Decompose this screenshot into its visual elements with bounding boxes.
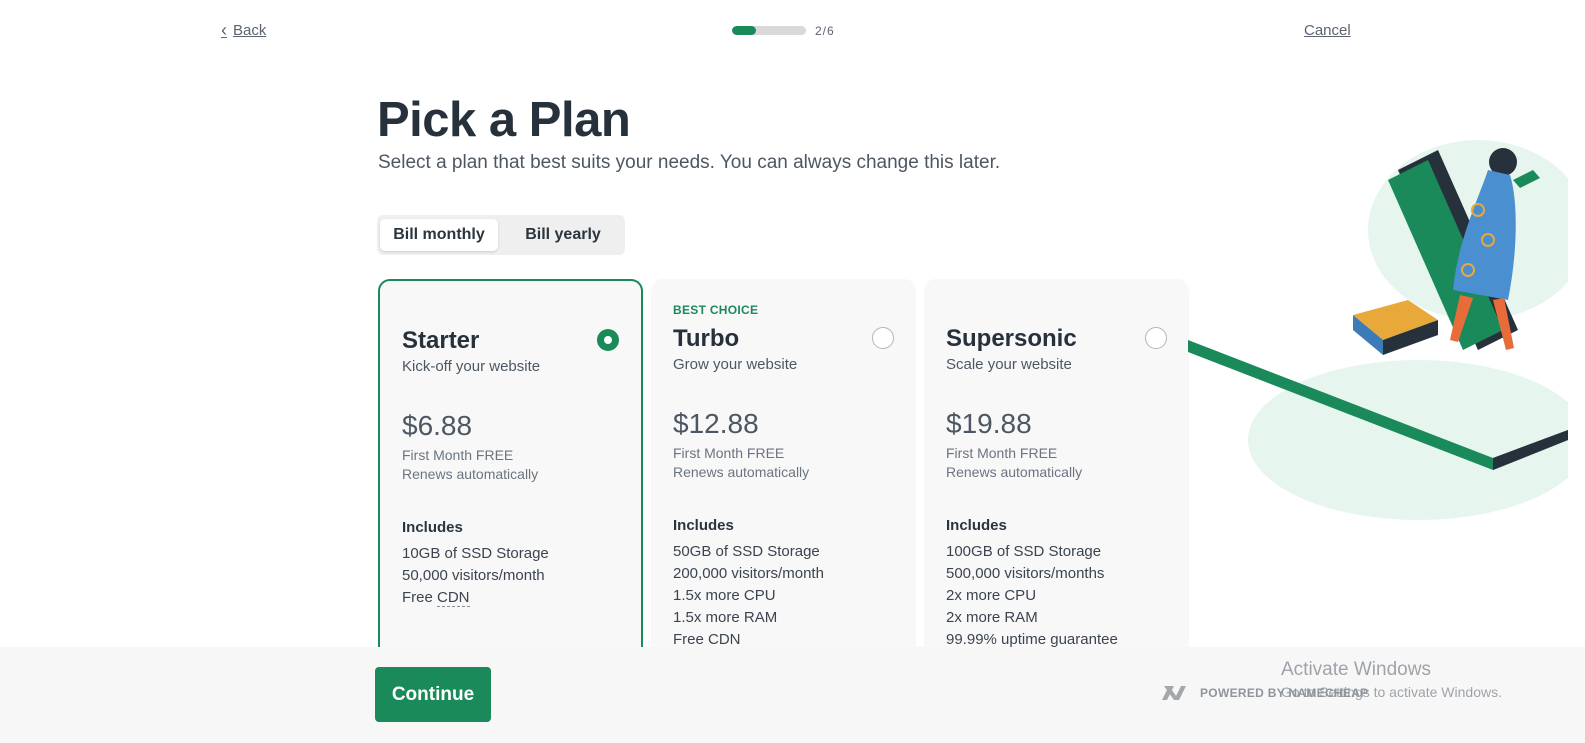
plan-card-starter[interactable]: Starter Kick-off your website $6.88 Firs… — [378, 279, 643, 699]
feature-item: 10GB of SSD Storage — [402, 545, 549, 562]
feature-item: 200,000 visitors/month — [673, 565, 824, 582]
feature-item-cdn[interactable]: Free CDN — [402, 587, 549, 609]
bill-yearly-option[interactable]: Bill yearly — [504, 219, 622, 251]
plan-radio-turbo[interactable] — [872, 327, 894, 349]
plan-tagline: Kick-off your website — [402, 358, 541, 375]
plan-renew: Renews automatically — [673, 464, 810, 480]
plan-renew: Renews automatically — [402, 466, 539, 482]
includes-heading: Includes — [673, 517, 734, 534]
plan-card-turbo[interactable]: BEST CHOICE Turbo Grow your website $12.… — [651, 279, 916, 699]
chevron-left-icon: ‹ — [221, 20, 227, 40]
feature-item: 100GB of SSD Storage — [946, 543, 1102, 560]
feature-list: 10GB of SSD Storage 50,000 visitors/mont… — [402, 543, 549, 609]
windows-watermark-title: Activate Windows — [1281, 659, 1431, 680]
feature-item: 2x more CPU — [946, 587, 1037, 604]
includes-heading: Includes — [402, 519, 463, 536]
feature-item: 2x more RAM — [946, 609, 1038, 626]
feature-list: 100GB of SSD Storage 500,000 visitors/mo… — [946, 541, 1118, 651]
feature-item: 50,000 visitors/month — [402, 567, 545, 584]
feature-item: 50GB of SSD Storage — [673, 543, 820, 560]
plan-promo: First Month FREE — [673, 445, 785, 461]
back-label: Back — [233, 21, 267, 39]
step-counter: 2/6 — [815, 24, 835, 38]
includes-heading: Includes — [946, 517, 1007, 534]
back-link[interactable]: ‹ Back — [221, 21, 266, 39]
plan-price: $19.88 — [946, 408, 1032, 439]
cdn-tooltip-term[interactable]: CDN — [437, 589, 470, 607]
continue-button[interactable]: Continue — [375, 667, 491, 722]
windows-watermark-subtitle: Go to Settings to activate Windows. — [1281, 684, 1502, 700]
top-bar: ‹ Back 2/6 Cancel — [0, 0, 1585, 60]
woman-illustration — [1188, 140, 1568, 520]
feature-item: 500,000 visitors/months — [946, 565, 1105, 582]
page-title: Pick a Plan — [377, 93, 631, 147]
bill-monthly-option[interactable]: Bill monthly — [380, 219, 498, 251]
plan-tagline: Scale your website — [946, 356, 1072, 373]
plan-radio-starter[interactable] — [597, 329, 619, 351]
plan-name: Starter — [402, 327, 480, 354]
plan-price: $12.88 — [673, 408, 759, 439]
feature-list: 50GB of SSD Storage 200,000 visitors/mon… — [673, 541, 824, 651]
plan-promo: First Month FREE — [402, 447, 514, 463]
plan-card-supersonic[interactable]: Supersonic Scale your website $19.88 Fir… — [924, 279, 1189, 699]
plan-name: Turbo — [673, 325, 740, 352]
feature-item: 1.5x more CPU — [673, 587, 776, 604]
plan-tagline: Grow your website — [673, 356, 798, 373]
page-subtitle: Select a plan that best suits your needs… — [378, 152, 1001, 173]
cancel-link[interactable]: Cancel — [1304, 22, 1351, 39]
billing-toggle: Bill monthly Bill yearly — [377, 215, 625, 255]
progress-bar — [732, 26, 806, 35]
plan-renew: Renews automatically — [946, 464, 1083, 480]
plan-promo: First Month FREE — [946, 445, 1058, 461]
feature-item-label: Free CDN — [402, 589, 470, 607]
best-choice-badge: BEST CHOICE — [673, 303, 759, 317]
plan-price: $6.88 — [402, 410, 473, 441]
plan-name: Supersonic — [946, 325, 1077, 352]
progress-fill — [732, 26, 757, 35]
plan-radio-supersonic[interactable] — [1145, 327, 1167, 349]
feature-item: 1.5x more RAM — [673, 609, 778, 626]
namecheap-logo-icon — [1162, 686, 1186, 700]
